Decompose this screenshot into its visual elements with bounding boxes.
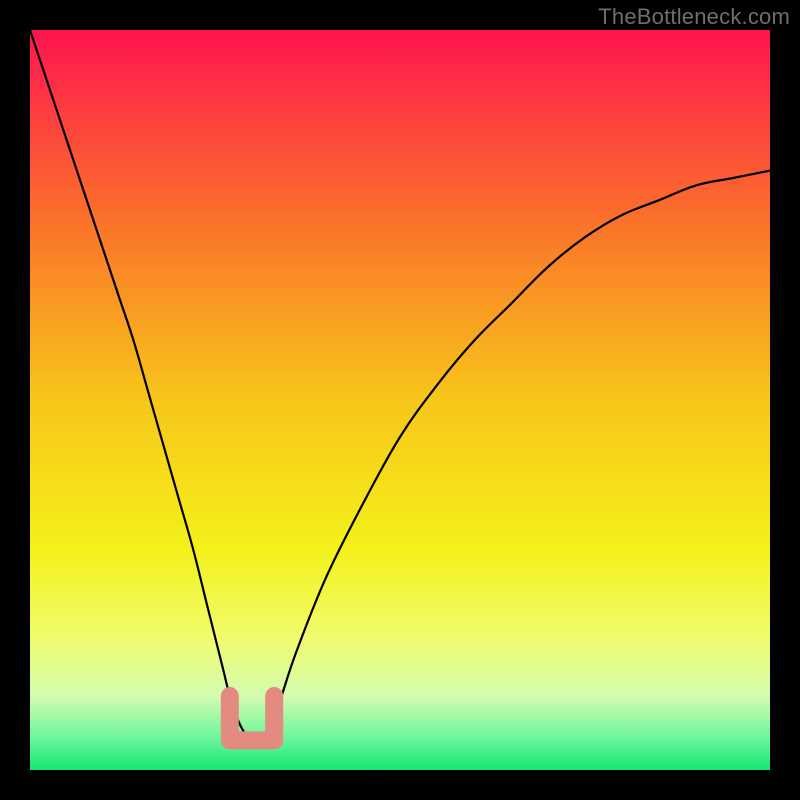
gradient-background [30, 30, 770, 770]
chart-plot-area [30, 30, 770, 770]
chart-svg [30, 30, 770, 770]
chart-frame: TheBottleneck.com [0, 0, 800, 800]
watermark-text: TheBottleneck.com [598, 4, 790, 30]
